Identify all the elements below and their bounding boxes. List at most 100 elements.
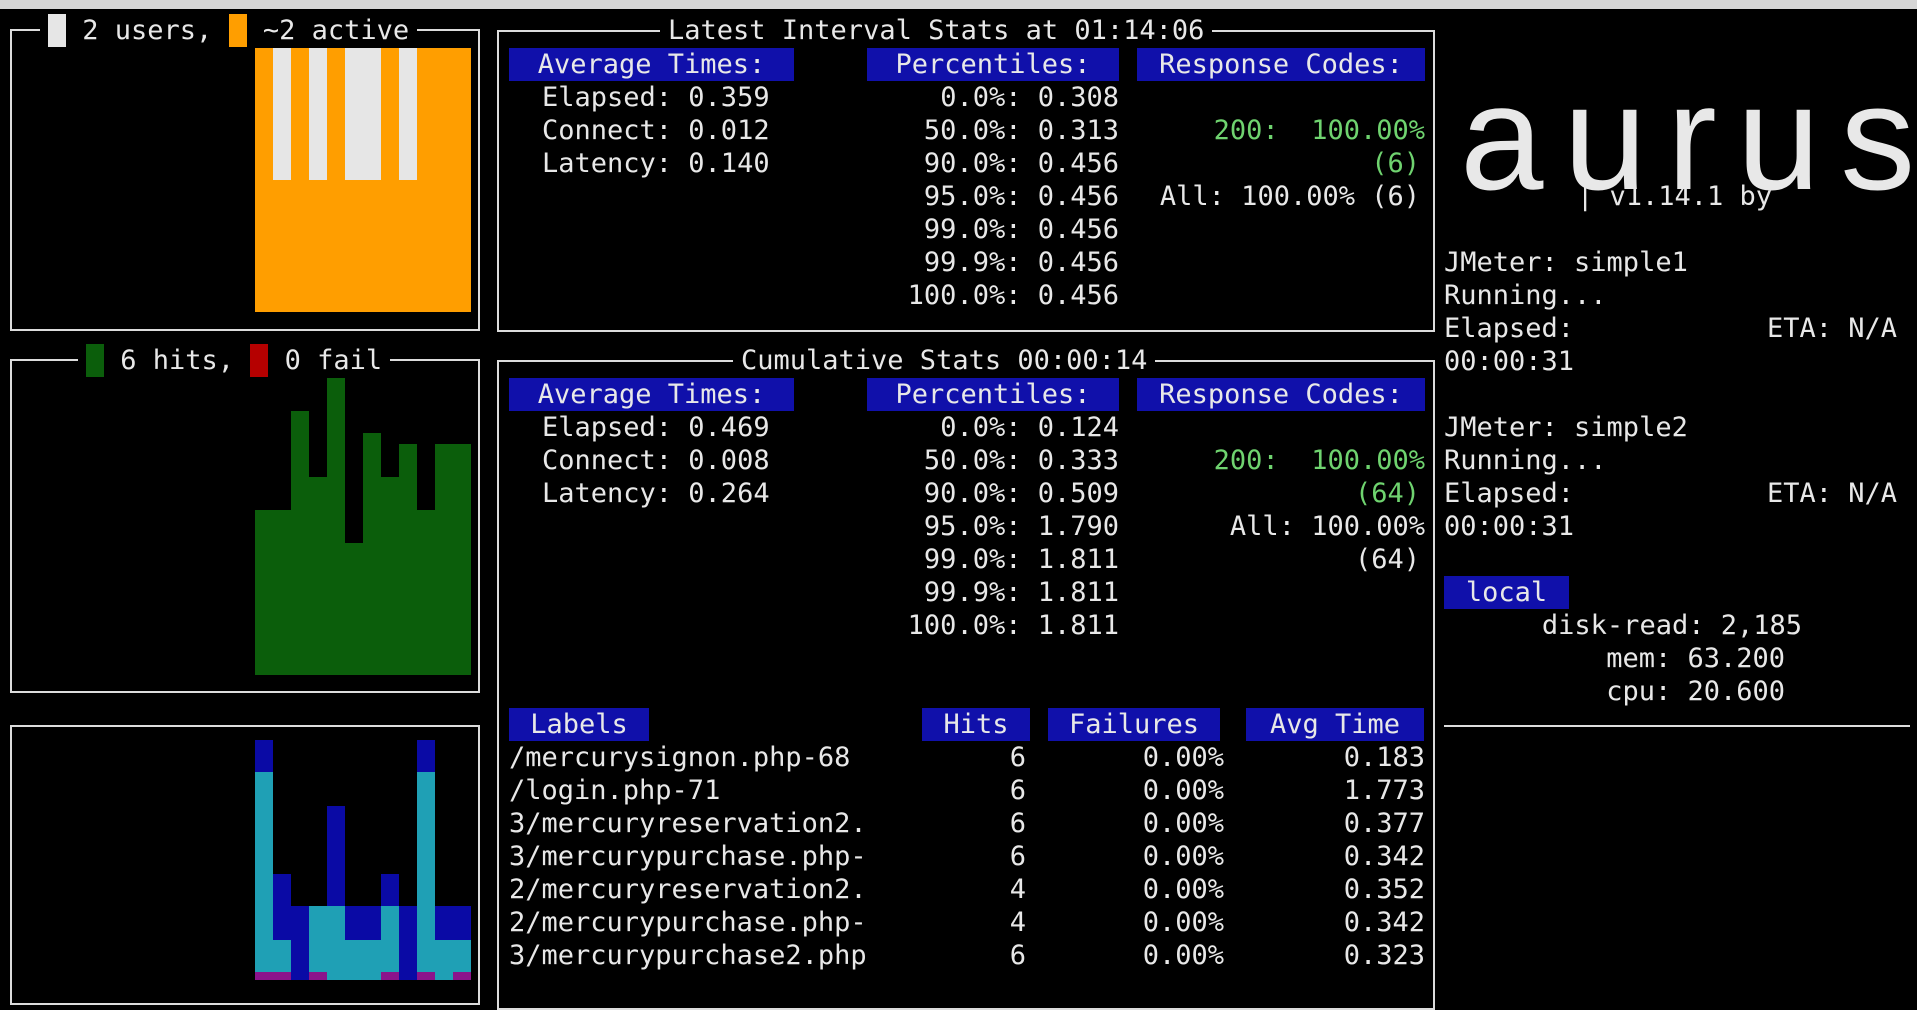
users-count: 2 users, [82, 15, 213, 46]
latest-rc-200-count: (6) [1371, 148, 1420, 179]
hits-swatch-icon [86, 344, 104, 377]
hits-bar [417, 510, 435, 675]
table-row-hits: 4 [1009, 874, 1026, 905]
table-row-hits: 6 [1009, 775, 1026, 806]
cum-rc-all-count: (64) [1354, 544, 1420, 575]
avgtime-col-header: Avg Time [1246, 708, 1424, 741]
cum-pct-50: 50.0%: 0.333 [923, 445, 1119, 476]
table-row-avgtime: 0.377 [1343, 808, 1425, 839]
table-row-avgtime: 0.183 [1343, 742, 1425, 773]
job1-elapsed-label: Elapsed: [1444, 313, 1575, 344]
table-row-failures: 0.00% [1142, 742, 1224, 773]
table-row-label: 3/mercurypurchase.php- [509, 841, 867, 872]
cumulative-title: Cumulative Stats 00:00:14 [733, 344, 1156, 377]
table-row-hits: 6 [1009, 940, 1026, 971]
sidebar-divider [1444, 725, 1910, 727]
table-row-avgtime: 0.342 [1343, 841, 1425, 872]
cum-pct-0: 0.0%: 0.124 [940, 412, 1119, 443]
latest-interval-title: Latest Interval Stats at 01:14:06 [660, 14, 1213, 47]
table-row-avgtime: 0.352 [1343, 874, 1425, 905]
cum-pct-95: 95.0%: 1.790 [923, 511, 1119, 542]
table-row-avgtime: 0.342 [1343, 907, 1425, 938]
labels-col-header: Labels [509, 708, 649, 741]
window-title-bar [0, 0, 1917, 9]
hits-bar [255, 510, 291, 675]
latest-pct-999: 99.9%: 0.456 [923, 247, 1119, 278]
active-bar [399, 48, 417, 180]
table-row-label: 3/mercuryreservation2. [509, 808, 867, 839]
local-header: local [1444, 576, 1569, 609]
local-cpu: cpu: 20.600 [1606, 676, 1785, 707]
cum-rc-200-count: (64) [1354, 478, 1420, 509]
hits-bar [345, 543, 363, 675]
failures-col-header: Failures [1048, 708, 1220, 741]
local-disk-read: disk-read: 2,185 [1541, 610, 1802, 641]
latest-avg-latency: Latency: 0.140 [542, 148, 770, 179]
latest-avg-header: Average Times: [509, 48, 794, 81]
table-row-hits: 6 [1009, 808, 1026, 839]
table-row-label: 2/mercuryreservation2. [509, 874, 867, 905]
latest-pct-99: 99.0%: 0.456 [923, 214, 1119, 245]
job2-status: Running... [1444, 445, 1607, 476]
cum-pct-999: 99.9%: 1.811 [923, 577, 1119, 608]
cum-rc-all: All: 100.00% [1229, 511, 1425, 542]
latest-pct-95: 95.0%: 0.456 [923, 181, 1119, 212]
job2-elapsed-label: Elapsed: [1444, 478, 1575, 509]
cum-avg-connect: Connect: 0.008 [542, 445, 770, 476]
latest-rc-200: 200: 100.00% [1213, 115, 1425, 146]
cum-avg-header: Average Times: [509, 378, 794, 411]
cum-rc-200: 200: 100.00% [1213, 445, 1425, 476]
job1-status: Running... [1444, 280, 1607, 311]
active-bar [345, 48, 381, 180]
hits-bar [435, 444, 471, 675]
latest-pct-100: 100.0%: 0.456 [907, 280, 1119, 311]
table-row-hits: 6 [1009, 742, 1026, 773]
table-row-avgtime: 0.323 [1343, 940, 1425, 971]
users-graph-title: 2 users, ~2 active [40, 14, 418, 47]
cum-avg-elapsed: Elapsed: 0.469 [542, 412, 770, 443]
table-row-label: /login.php-71 [509, 775, 721, 806]
table-row-hits: 4 [1009, 907, 1026, 938]
latest-rc-all: All: 100.00% (6) [1159, 181, 1420, 212]
active-swatch-icon [48, 14, 66, 47]
table-row-hits: 6 [1009, 841, 1026, 872]
job2-eta: ETA: N/A [1767, 478, 1898, 509]
cum-pct-header: Percentiles: [867, 378, 1119, 411]
latest-pct-90: 90.0%: 0.456 [923, 148, 1119, 179]
version-text: | v1.14.1 by [1577, 181, 1773, 212]
hits-count: 6 hits, [120, 345, 235, 376]
hits-bar [363, 433, 381, 675]
latest-avg-connect: Connect: 0.012 [542, 115, 770, 146]
table-row-label: 2/mercurypurchase.php- [509, 907, 867, 938]
active-bar [273, 48, 291, 180]
job1-name: JMeter: simple1 [1444, 247, 1688, 278]
latest-avg-elapsed: Elapsed: 0.359 [542, 82, 770, 113]
table-row-avgtime: 1.773 [1343, 775, 1425, 806]
cum-pct-90: 90.0%: 0.509 [923, 478, 1119, 509]
active-count: ~2 active [262, 15, 410, 46]
response-time-chart [255, 740, 471, 980]
latest-rc-header: Response Codes: [1137, 48, 1425, 81]
hits-col-header: Hits [922, 708, 1030, 741]
hits-bar [399, 444, 417, 675]
job1-eta: ETA: N/A [1767, 313, 1898, 344]
table-row-failures: 0.00% [1142, 841, 1224, 872]
table-row-failures: 0.00% [1142, 874, 1224, 905]
table-row-failures: 0.00% [1142, 907, 1224, 938]
cum-pct-99: 99.0%: 1.811 [923, 544, 1119, 575]
hits-bar [309, 477, 327, 675]
table-row-failures: 0.00% [1142, 808, 1224, 839]
cum-avg-latency: Latency: 0.264 [542, 478, 770, 509]
latest-pct-header: Percentiles: [867, 48, 1119, 81]
latest-pct-0: 0.0%: 0.308 [940, 82, 1119, 113]
hits-chart [255, 378, 471, 675]
table-row-failures: 0.00% [1142, 775, 1224, 806]
hits-bar [327, 378, 345, 675]
job1-elapsed: 00:00:31 [1444, 346, 1575, 377]
hits-bar [381, 477, 399, 675]
cum-pct-100: 100.0%: 1.811 [907, 610, 1119, 641]
latest-pct-50: 50.0%: 0.313 [923, 115, 1119, 146]
cum-rc-header: Response Codes: [1137, 378, 1425, 411]
job2-elapsed: 00:00:31 [1444, 511, 1575, 542]
hits-bar [291, 411, 309, 675]
